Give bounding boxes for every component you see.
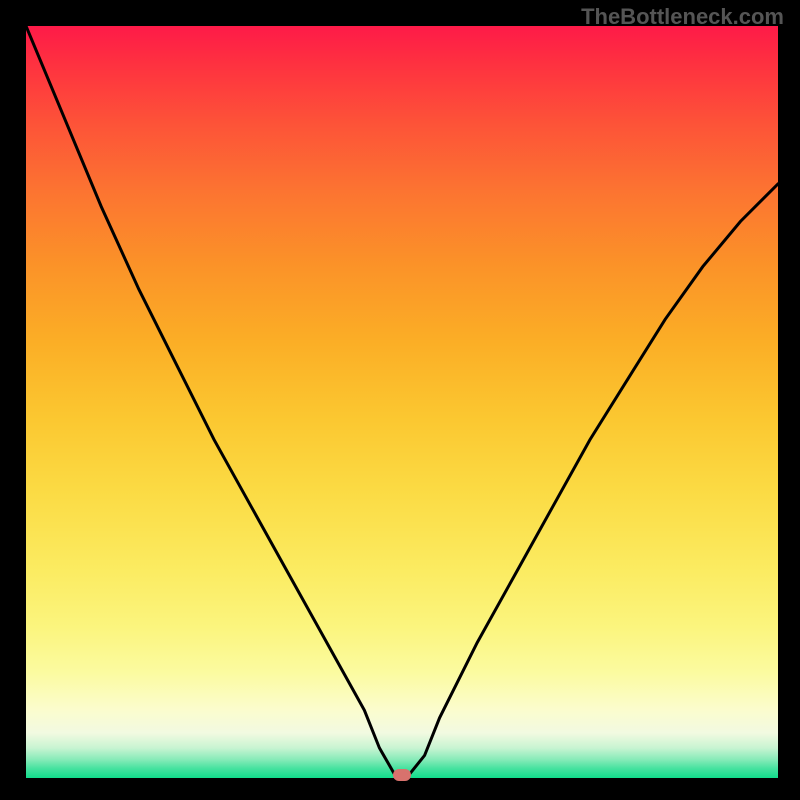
plot-area [26, 26, 778, 778]
bottleneck-curve [26, 26, 778, 778]
chart-container: TheBottleneck.com [0, 0, 800, 800]
curve-svg [26, 26, 778, 778]
minimum-marker [393, 769, 411, 781]
watermark-text: TheBottleneck.com [581, 4, 784, 30]
